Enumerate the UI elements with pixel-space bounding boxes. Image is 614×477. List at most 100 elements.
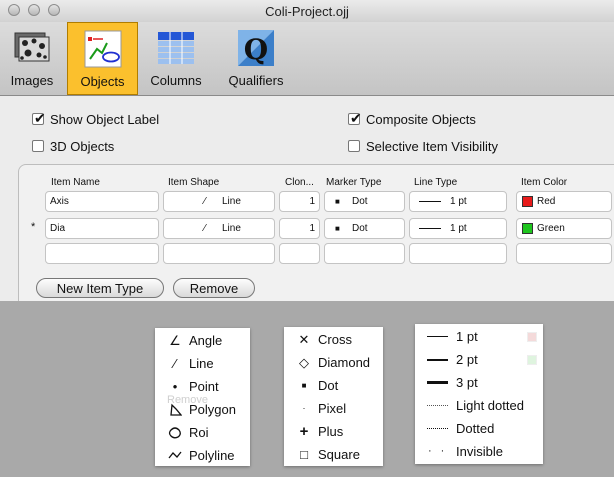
line-type-select[interactable]: 1 pt xyxy=(409,218,507,239)
new-item-color-select[interactable] xyxy=(516,243,612,264)
menu-item-square[interactable]: □ Square xyxy=(284,443,383,466)
item-name-field[interactable]: Axis xyxy=(45,191,159,212)
line-type-value: 1 pt xyxy=(450,223,467,234)
diamond-icon: ◇ xyxy=(299,355,309,370)
menu-item-label: Polyline xyxy=(189,448,235,463)
new-line-type-select[interactable] xyxy=(409,243,507,264)
menu-item-1pt[interactable]: 1 pt xyxy=(415,325,543,348)
menu-item-label: Plus xyxy=(318,424,344,439)
new-marker-type-select[interactable] xyxy=(324,243,405,264)
tab-qualifiers-label: Qualifiers xyxy=(228,73,284,88)
item-color-select[interactable]: Green xyxy=(516,218,612,239)
menu-item-polygon[interactable]: Polygon xyxy=(155,398,250,421)
svg-text:Q: Q xyxy=(244,33,268,66)
header-item-shape: Item Shape xyxy=(168,177,220,188)
angle-icon: ∠ xyxy=(169,333,181,348)
remove-button[interactable]: Remove xyxy=(173,278,255,298)
cross-icon: ✕ xyxy=(298,332,310,347)
clon-field[interactable]: 1 xyxy=(279,191,320,212)
checkbox-label: Composite Objects xyxy=(366,112,476,127)
tab-objects[interactable]: Objects xyxy=(67,22,138,95)
menu-item-light-dotted[interactable]: Light dotted xyxy=(415,394,543,417)
menu-item-invisible[interactable]: ·· Invisible xyxy=(415,440,543,463)
line-type-value: 1 pt xyxy=(450,196,467,207)
item-shape-select[interactable]: ⁄ Line xyxy=(163,218,275,239)
new-item-type-button[interactable]: New Item Type xyxy=(36,278,164,298)
menu-item-label: Diamond xyxy=(318,355,371,370)
item-shape-menu: Remove ∠ Angle ⁄ Line • Point Polygon Ro… xyxy=(155,328,250,466)
point-icon: • xyxy=(172,379,178,394)
menu-item-polyline[interactable]: Polyline xyxy=(155,444,250,467)
menu-item-label: Pixel xyxy=(318,401,347,416)
tab-qualifiers[interactable]: Q Qualifiers xyxy=(216,22,296,95)
menu-item-label: 1 pt xyxy=(456,329,478,344)
header-clon: Clon... xyxy=(285,177,314,188)
polyline-icon xyxy=(167,444,183,467)
red-swatch-ghost xyxy=(527,332,537,342)
green-swatch-ghost xyxy=(527,355,537,365)
tab-columns-label: Columns xyxy=(150,73,202,88)
objects-icon xyxy=(84,30,121,68)
header-line-type: Line Type xyxy=(414,177,458,188)
line-1pt-icon xyxy=(419,201,441,202)
line-type-select[interactable]: 1 pt xyxy=(409,191,507,212)
new-clon-field[interactable] xyxy=(279,243,320,264)
item-name-field[interactable]: Dia xyxy=(45,218,159,239)
checkbox-label: Selective Item Visibility xyxy=(366,139,498,154)
roi-icon xyxy=(167,421,183,444)
checkbox-box[interactable]: ✔ xyxy=(32,110,46,126)
checkbox-box[interactable] xyxy=(32,140,44,152)
menu-item-dot[interactable]: ■ Dot xyxy=(284,374,383,397)
qualifiers-icon: Q xyxy=(238,30,274,66)
invisible-icon: ·· xyxy=(428,445,454,457)
title-bar[interactable]: Coli-Project.ojj xyxy=(0,0,614,23)
marker-type-select[interactable]: ■ Dot xyxy=(324,191,405,212)
menu-item-3pt[interactable]: 3 pt xyxy=(415,371,543,394)
plus-icon: + xyxy=(299,423,309,440)
menu-item-line[interactable]: ⁄ Line xyxy=(155,352,250,375)
menu-item-diamond[interactable]: ◇ Diamond xyxy=(284,351,383,374)
checkbox-box[interactable] xyxy=(348,140,360,152)
item-color-value: Red xyxy=(537,196,556,207)
checkbox-label: Show Object Label xyxy=(50,112,160,127)
dotted-icon xyxy=(427,428,448,429)
window-title: Coli-Project.ojj xyxy=(265,4,349,19)
menu-item-label: Invisible xyxy=(456,444,503,459)
new-item-shape-select[interactable] xyxy=(163,243,275,264)
header-item-name: Item Name xyxy=(51,177,100,188)
menu-item-roi[interactable]: Roi xyxy=(155,421,250,444)
pixel-icon: · xyxy=(302,403,306,413)
checkbox-box[interactable]: ✔ xyxy=(348,110,362,126)
dot-icon: ■ xyxy=(335,197,340,206)
tab-images[interactable]: Images xyxy=(2,22,62,95)
menu-item-cross[interactable]: ✕ Cross xyxy=(284,328,383,351)
line-icon: ⁄ xyxy=(204,223,206,234)
menu-item-angle[interactable]: ∠ Angle xyxy=(155,329,250,352)
line-1pt-icon xyxy=(427,336,448,337)
item-shape-select[interactable]: ⁄ Line xyxy=(163,191,275,212)
line-type-menu: 1 pt 2 pt 3 pt Light dotted Dotted ·· In… xyxy=(415,324,543,464)
menu-item-pixel[interactable]: · Pixel xyxy=(284,397,383,420)
line-2pt-icon xyxy=(427,359,448,361)
line-3pt-icon xyxy=(427,381,448,384)
menu-item-label: Line xyxy=(189,356,214,371)
marker-type-value: Dot xyxy=(352,196,368,207)
marker-type-select[interactable]: ■ Dot xyxy=(324,218,405,239)
marker-type-menu: ✕ Cross ◇ Diamond ■ Dot · Pixel + Plus □… xyxy=(284,327,383,466)
polygon-icon xyxy=(167,398,183,421)
item-color-value: Green xyxy=(537,223,565,234)
menu-item-plus[interactable]: + Plus xyxy=(284,420,383,443)
tab-columns[interactable]: Columns xyxy=(143,22,209,95)
menu-item-2pt[interactable]: 2 pt xyxy=(415,348,543,371)
marker-type-value: Dot xyxy=(352,223,368,234)
menu-item-dotted[interactable]: Dotted xyxy=(415,417,543,440)
project-window: Coli-Project.ojj Images Objects Columns … xyxy=(0,0,614,301)
header-item-color: Item Color xyxy=(521,177,568,188)
light-dotted-icon xyxy=(427,405,448,406)
clon-field[interactable]: 1 xyxy=(279,218,320,239)
line-icon: ⁄ xyxy=(173,356,177,371)
new-item-name-field[interactable] xyxy=(45,243,159,264)
header-marker-type: Marker Type xyxy=(326,177,382,188)
item-color-select[interactable]: Red xyxy=(516,191,612,212)
menu-item-point[interactable]: • Point xyxy=(155,375,250,398)
